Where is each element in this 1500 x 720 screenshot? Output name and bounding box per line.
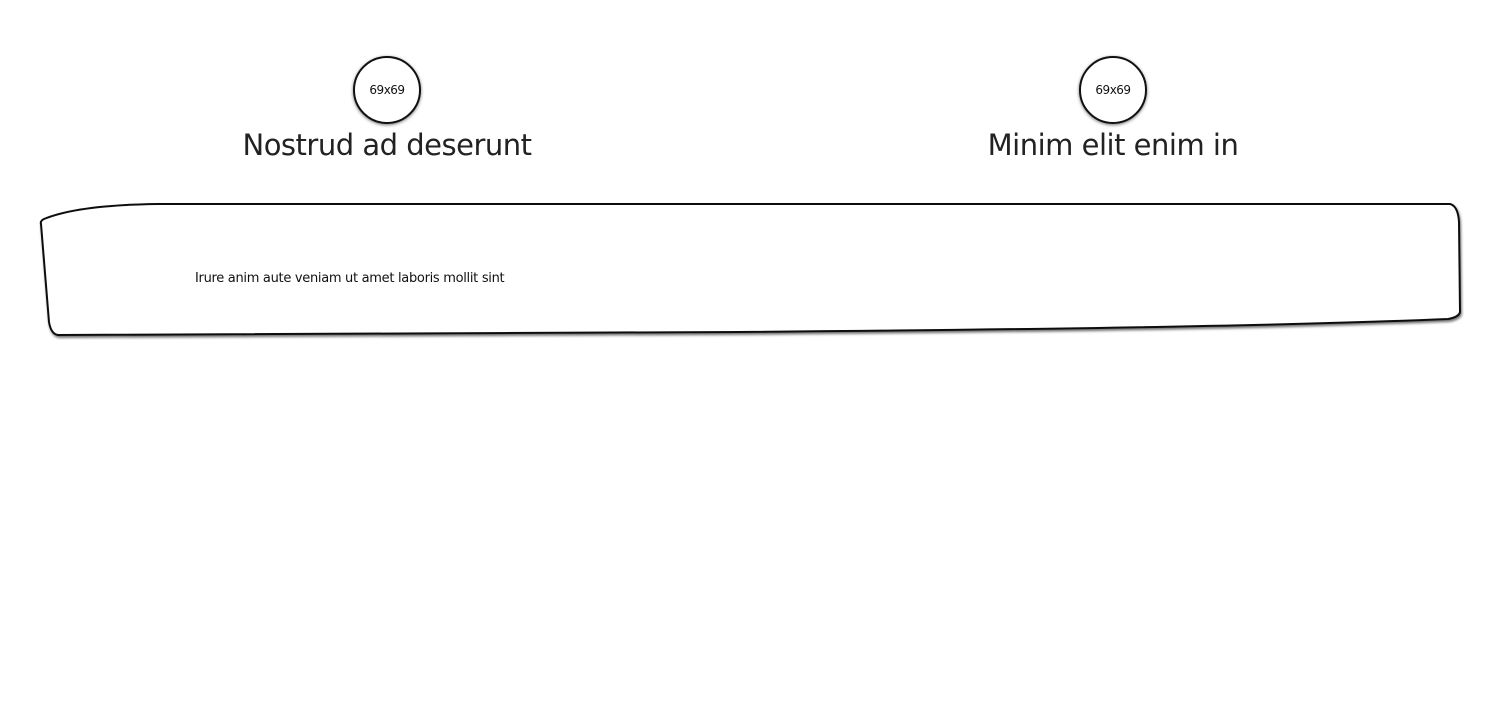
feature-card-2: 69x69 Minim elit enim in	[863, 56, 1363, 162]
avatar-label: 69x69	[369, 83, 405, 97]
sketch-banner: Irure anim aute veniam ut amet laboris m…	[38, 200, 1464, 340]
feature-title: Minim elit enim in	[987, 128, 1239, 162]
avatar-placeholder: 69x69	[353, 56, 421, 124]
banner-border	[39, 203, 1462, 337]
feature-title: Nostrud ad deserunt	[242, 128, 533, 162]
avatar-placeholder: 69x69	[1079, 56, 1147, 124]
avatar-label: 69x69	[1095, 83, 1131, 97]
feature-card-1: 69x69 Nostrud ad deserunt	[137, 56, 637, 162]
banner-text: Irure anim aute veniam ut amet laboris m…	[195, 271, 505, 286]
